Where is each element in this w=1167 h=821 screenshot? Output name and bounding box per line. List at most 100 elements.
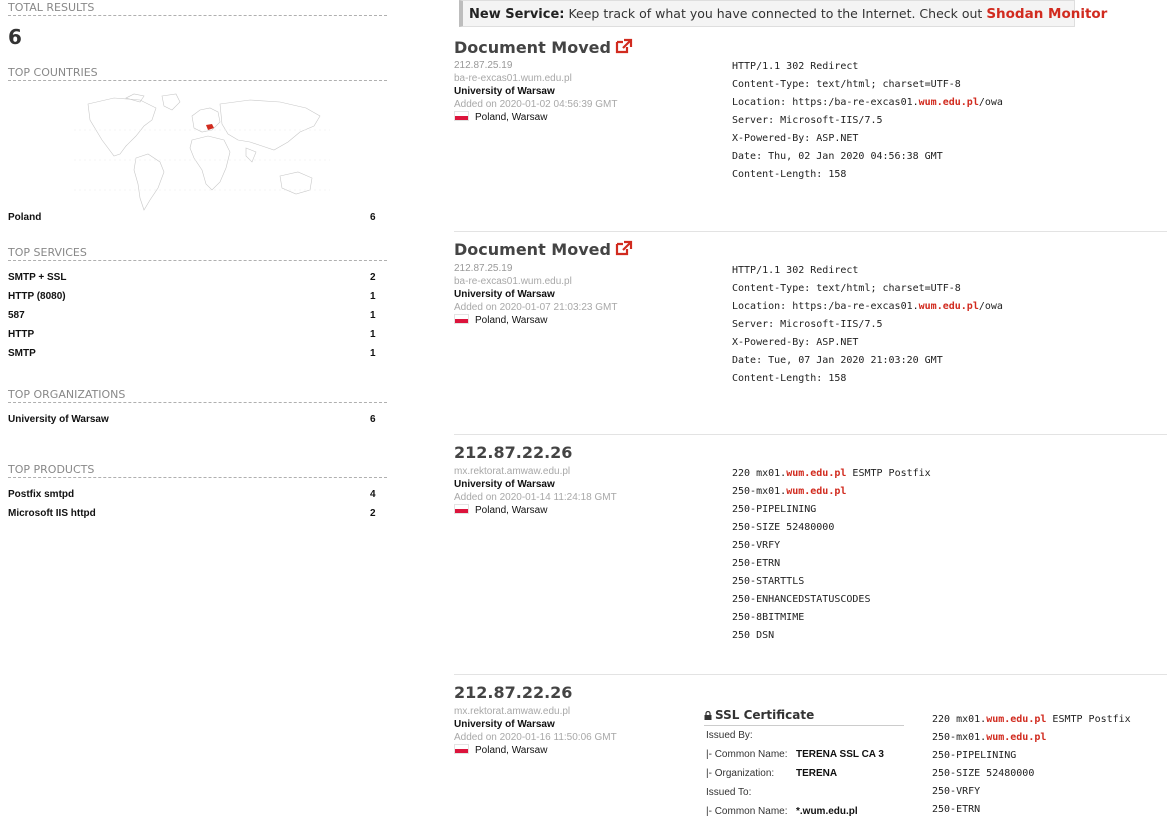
result-title[interactable]: 212.87.22.26 bbox=[454, 683, 572, 702]
facet-label[interactable]: University of Warsaw bbox=[8, 414, 109, 425]
facet-count: 2 bbox=[370, 508, 376, 519]
result-title-text[interactable]: 212.87.22.26 bbox=[454, 443, 572, 462]
result-item: Document Moved 212.87.25.19 ba-re-excas01.… bbox=[454, 231, 1167, 384]
shodan-monitor-link[interactable]: Shodan Monitor bbox=[986, 6, 1107, 22]
result-added-date: Added on 2020-01-02 04:56:39 GMT bbox=[454, 99, 618, 110]
result-country[interactable]: Poland bbox=[475, 745, 506, 756]
result-hostname: mx.rektorat.amwaw.edu.pl bbox=[454, 706, 571, 717]
facet-row-product[interactable]: Postfix smtpd 4 bbox=[8, 489, 387, 506]
result-location: Poland, Warsaw bbox=[454, 111, 617, 125]
facet-label[interactable]: HTTP (8080) bbox=[8, 291, 66, 302]
ssl-issued-to-label: Issued To: bbox=[706, 787, 752, 798]
facet-row-service[interactable]: HTTP (8080) 1 bbox=[8, 291, 387, 308]
result-banner: HTTP/1.1 302 Redirect Content-Type: text… bbox=[732, 265, 1003, 384]
result-organization[interactable]: University of Warsaw bbox=[454, 718, 617, 731]
highlighted-domain: wum.edu.pl bbox=[786, 486, 847, 497]
facet-row-service[interactable]: SMTP + SSL 2 bbox=[8, 272, 387, 289]
facet-row-organization[interactable]: University of Warsaw 6 bbox=[8, 414, 387, 431]
result-banner: 220 mx01.wum.edu.pl ESMTP Postfix 250-mx… bbox=[932, 714, 1131, 815]
facet-row-service[interactable]: 587 1 bbox=[8, 310, 387, 327]
result-title-text[interactable]: 212.87.22.26 bbox=[454, 683, 572, 702]
top-countries-title: TOP COUNTRIES bbox=[8, 65, 387, 81]
highlighted-domain: wum.edu.pl bbox=[918, 97, 979, 108]
top-products-title: TOP PRODUCTS bbox=[8, 462, 387, 478]
result-banner: 220 mx01.wum.edu.pl ESMTP Postfix 250-mx… bbox=[732, 468, 931, 641]
facet-count: 6 bbox=[370, 414, 376, 425]
result-city[interactable]: Warsaw bbox=[512, 112, 548, 123]
ssl-subject-common-name-label: |- Common Name: bbox=[706, 806, 788, 817]
result-meta: mx.rektorat.amwaw.edu.pl University of Wa… bbox=[454, 465, 617, 518]
facet-count: 4 bbox=[370, 489, 376, 500]
ssl-issued-by: Issued By: bbox=[704, 726, 904, 745]
top-services-title: TOP SERVICES bbox=[8, 245, 387, 261]
ssl-issued-by-label: Issued By: bbox=[706, 730, 753, 741]
highlighted-domain: wum.edu.pl bbox=[986, 732, 1047, 743]
external-link-icon[interactable] bbox=[611, 240, 633, 259]
result-country[interactable]: Poland bbox=[475, 505, 506, 516]
result-added-date: Added on 2020-01-07 21:03:23 GMT bbox=[454, 302, 618, 313]
top-organizations-title: TOP ORGANIZATIONS bbox=[8, 387, 387, 403]
result-city[interactable]: Warsaw bbox=[512, 315, 548, 326]
result-added-date: Added on 2020-01-14 11:24:18 GMT bbox=[454, 492, 617, 503]
result-city[interactable]: Warsaw bbox=[512, 505, 548, 516]
result-item: 212.87.22.26 mx.rektorat.amwaw.edu.pl Univ… bbox=[454, 434, 1167, 641]
ssl-issuer-common-name-value: TERENA SSL CA 3 bbox=[796, 749, 884, 760]
facet-label[interactable]: SMTP bbox=[8, 348, 36, 359]
result-organization[interactable]: University of Warsaw bbox=[454, 85, 617, 98]
ssl-subject-common-name-value: *.wum.edu.pl bbox=[796, 806, 858, 817]
facet-row-country[interactable]: Poland 6 bbox=[8, 212, 387, 229]
ssl-title-text: SSL Certificate bbox=[715, 708, 815, 722]
result-title-text[interactable]: Document Moved bbox=[454, 240, 611, 259]
poland-flag-icon bbox=[454, 314, 469, 324]
result-country[interactable]: Poland bbox=[475, 112, 506, 123]
ssl-subject-common-name: |- Common Name: *.wum.edu.pl bbox=[704, 802, 904, 821]
facet-count: 1 bbox=[370, 310, 376, 321]
result-title[interactable]: Document Moved bbox=[454, 38, 633, 57]
ssl-issuer-organization: |- Organization: TERENA bbox=[704, 764, 904, 783]
ssl-issuer-common-name: |- Common Name: TERENA SSL CA 3 bbox=[704, 745, 904, 764]
facet-row-product[interactable]: Microsoft IIS httpd 2 bbox=[8, 508, 387, 525]
lock-icon bbox=[704, 710, 712, 720]
result-city[interactable]: Warsaw bbox=[512, 745, 548, 756]
result-item: Document Moved 212.87.25.19 ba-re-excas01.… bbox=[454, 38, 1167, 180]
facet-label[interactable]: SMTP + SSL bbox=[8, 272, 66, 283]
highlighted-domain: wum.edu.pl bbox=[786, 468, 847, 479]
facet-row-service[interactable]: SMTP 1 bbox=[8, 348, 387, 365]
result-added-date: Added on 2020-01-16 11:50:06 GMT bbox=[454, 732, 617, 743]
total-results-count: 6 bbox=[8, 25, 22, 49]
facet-label[interactable]: HTTP bbox=[8, 329, 34, 340]
result-title[interactable]: 212.87.22.26 bbox=[454, 443, 572, 462]
facet-count: 1 bbox=[370, 291, 376, 302]
poland-flag-icon bbox=[454, 744, 469, 754]
facet-row-service[interactable]: HTTP 1 bbox=[8, 329, 387, 346]
result-hostname: mx.rektorat.amwaw.edu.pl bbox=[454, 466, 571, 477]
facet-count: 1 bbox=[370, 348, 376, 359]
result-location: Poland, Warsaw bbox=[454, 504, 617, 518]
result-location: Poland, Warsaw bbox=[454, 314, 617, 328]
result-location: Poland, Warsaw bbox=[454, 744, 617, 758]
result-meta: 212.87.25.19 ba-re-excas01.wum.edu.pl Univ… bbox=[454, 262, 617, 328]
facet-label[interactable]: Poland bbox=[8, 212, 41, 223]
facet-count: 2 bbox=[370, 272, 376, 283]
poland-flag-icon bbox=[454, 111, 469, 121]
result-country[interactable]: Poland bbox=[475, 315, 506, 326]
result-title[interactable]: Document Moved bbox=[454, 240, 633, 259]
result-ip[interactable]: 212.87.25.19 bbox=[454, 262, 617, 275]
ssl-issuer-common-name-label: |- Common Name: bbox=[706, 749, 788, 760]
ssl-issuer-organization-label: |- Organization: bbox=[706, 768, 775, 779]
result-ip[interactable]: 212.87.25.19 bbox=[454, 59, 617, 72]
world-map[interactable] bbox=[74, 90, 330, 214]
result-organization[interactable]: University of Warsaw bbox=[454, 478, 617, 491]
result-hostname: ba-re-excas01.wum.edu.pl bbox=[454, 276, 572, 287]
total-results-title: TOTAL RESULTS bbox=[8, 0, 387, 16]
result-banner: HTTP/1.1 302 Redirect Content-Type: text… bbox=[732, 61, 1003, 180]
result-organization[interactable]: University of Warsaw bbox=[454, 288, 617, 301]
result-title-text[interactable]: Document Moved bbox=[454, 38, 611, 57]
facet-label[interactable]: Postfix smtpd bbox=[8, 489, 74, 500]
highlighted-domain: wum.edu.pl bbox=[986, 714, 1047, 725]
external-link-icon[interactable] bbox=[611, 38, 633, 57]
ssl-issued-to: Issued To: bbox=[704, 783, 904, 802]
facet-label[interactable]: Microsoft IIS httpd bbox=[8, 508, 96, 519]
facet-label[interactable]: 587 bbox=[8, 310, 25, 321]
result-meta: 212.87.25.19 ba-re-excas01.wum.edu.pl Univ… bbox=[454, 59, 617, 125]
